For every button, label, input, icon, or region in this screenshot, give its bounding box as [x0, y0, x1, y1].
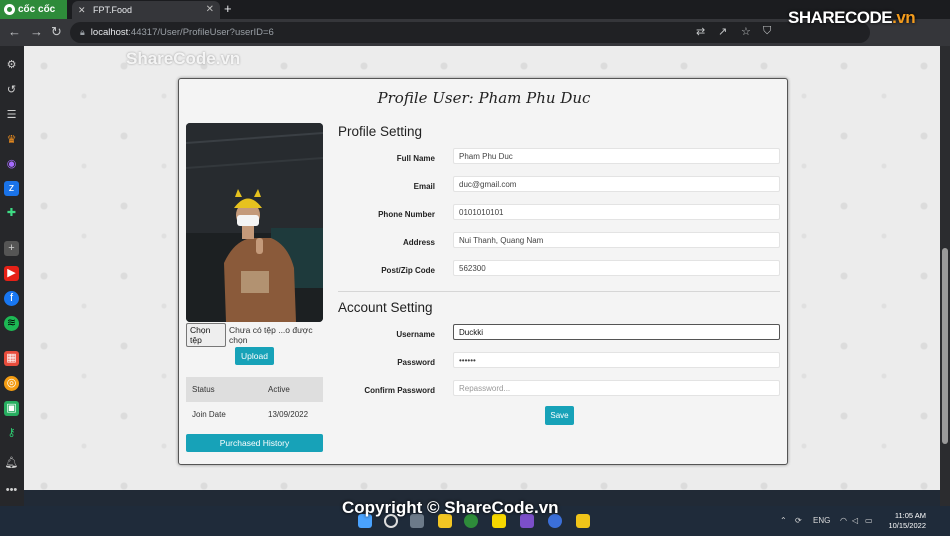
battery-icon[interactable]: ▭	[865, 516, 873, 525]
spotify-icon[interactable]: ≋	[4, 316, 19, 331]
tray-chevron-icon[interactable]: ⌃	[780, 516, 787, 525]
url-path: :44317/User/ProfileUser?userID=6	[128, 27, 274, 38]
file-picker: Chọn tệp Chưa có tệp ...o được chọn	[186, 322, 326, 347]
notification-bell-icon[interactable]: 🔔︎	[4, 456, 19, 471]
sharecode-logo-suffix: .vn	[892, 8, 916, 27]
browser-brand[interactable]: cốc cốc	[0, 0, 67, 19]
full-name-label: Full Name	[396, 154, 435, 163]
wifi-icon[interactable]: ◠	[840, 516, 847, 525]
coin-icon[interactable]: ◎	[4, 376, 19, 391]
system-clock[interactable]: 11:05 AM 10/15/2022	[884, 511, 926, 531]
tray-sync-icon[interactable]: ⟳	[795, 516, 802, 525]
tab-close-icon[interactable]: ✕	[206, 4, 214, 15]
tab-title: FPT.Food	[93, 5, 133, 15]
status-label: Status	[192, 385, 215, 394]
join-date-value: 13/09/2022	[268, 410, 309, 419]
password-field[interactable]: ••••••	[453, 352, 780, 368]
full-name-field[interactable]: Pham Phu Duc	[453, 148, 780, 164]
tab-favicon-icon: ✕	[78, 4, 86, 15]
url-host: localhost	[90, 27, 129, 38]
purchased-history-button[interactable]: Purchased History	[186, 434, 323, 452]
table-row: Status Active	[186, 377, 323, 402]
calendar-icon[interactable]: ▦	[4, 351, 19, 366]
avatar	[186, 123, 323, 322]
zip-code-label: Post/Zip Code	[381, 266, 435, 275]
share-icon[interactable]: ↗	[718, 25, 727, 38]
join-date-label: Join Date	[192, 410, 226, 419]
key-icon[interactable]: ⚷	[4, 426, 19, 441]
history-icon[interactable]: ↺	[4, 83, 19, 98]
scrollbar-thumb[interactable]	[942, 248, 948, 444]
confirm-password-field[interactable]: Repassword...	[453, 380, 780, 396]
status-value: Active	[268, 385, 290, 394]
more-options-icon[interactable]: •••	[4, 483, 19, 498]
lock-icon: 🔒︎	[80, 27, 85, 37]
clock-date: 10/15/2022	[888, 521, 926, 530]
add-app-icon[interactable]: +	[4, 241, 19, 256]
reading-list-icon[interactable]: ☰	[4, 108, 19, 123]
new-tab-icon[interactable]: +	[224, 1, 232, 16]
forward-arrow-icon[interactable]: →	[30, 24, 43, 39]
phone-field[interactable]: 0101010101	[453, 204, 780, 220]
username-label: Username	[396, 330, 435, 339]
settings-gear-icon[interactable]: ⚙	[4, 58, 19, 73]
youtube-icon[interactable]: ▶	[4, 266, 19, 281]
file-status-text: Chưa có tệp ...o được chọn	[229, 324, 313, 345]
profile-card: Profile User: Pham Phu Duc Chọn tệp Chưa…	[178, 78, 788, 465]
reload-icon[interactable]: ↻	[51, 24, 62, 40]
email-field[interactable]: duc@gmail.com	[453, 176, 780, 192]
zalo-icon[interactable]: z	[4, 181, 19, 196]
volume-icon[interactable]: ◁	[852, 516, 858, 525]
shield-icon[interactable]: ⛉	[763, 25, 771, 38]
choose-file-button[interactable]: Chọn tệp	[186, 322, 227, 347]
watermark-bottom: Copyright © ShareCode.vn	[342, 498, 559, 517]
address-label: Address	[402, 238, 435, 247]
save-button[interactable]: Save	[545, 406, 574, 425]
page-title: Profile User: Pham Phu Duc	[377, 89, 591, 107]
zip-code-field[interactable]: 562300	[453, 260, 780, 276]
profile-setting-heading: Profile Setting	[338, 124, 423, 139]
bookmark-star-icon[interactable]: ☆	[741, 25, 751, 38]
account-setting-heading: Account Setting	[338, 300, 433, 315]
messenger-icon[interactable]: ◉	[4, 157, 19, 172]
phone-label: Phone Number	[378, 210, 435, 219]
clock-time: 11:05 AM	[894, 511, 926, 520]
upload-button[interactable]: Upload	[235, 347, 274, 365]
app-taskbar-icon[interactable]	[576, 514, 590, 528]
gift-icon[interactable]: ▣	[4, 401, 19, 416]
browser-sidebar: ⚙ ↺ ☰ ♛ ◉ z ✚ + ▶ f ≋ ▦ ◎ ▣ ⚷ 🔔︎ •••	[0, 46, 24, 506]
sharecode-logo-text: SHARECODE	[788, 8, 893, 27]
coccoc-logo-icon	[4, 4, 15, 15]
email-label: Email	[413, 182, 435, 191]
sharecode-logo: SHARECODE.vn	[788, 8, 916, 28]
avatar-photo	[186, 123, 323, 322]
game-controller-icon[interactable]: ✚	[4, 206, 19, 221]
section-divider	[338, 291, 780, 292]
table-row: Join Date 13/09/2022	[186, 402, 323, 427]
translate-icon[interactable]: ⇄	[696, 25, 705, 38]
password-label: Password	[397, 358, 435, 367]
crown-icon[interactable]: ♛	[4, 133, 19, 148]
watermark-top: ShareCode.vn	[126, 49, 241, 68]
status-table: Status Active Join Date 13/09/2022	[186, 377, 323, 427]
back-arrow-icon[interactable]: ←	[8, 24, 21, 39]
facebook-icon[interactable]: f	[4, 291, 19, 306]
address-field[interactable]: Nui Thanh, Quang Nam	[453, 232, 780, 248]
username-field[interactable]: Duckki	[453, 324, 780, 340]
language-indicator[interactable]: ENG	[813, 516, 830, 525]
browser-brand-label: cốc cốc	[18, 4, 56, 15]
confirm-password-label: Confirm Password	[364, 386, 435, 395]
tab-fpt-food[interactable]: ✕ FPT.Food ✕	[72, 1, 220, 19]
